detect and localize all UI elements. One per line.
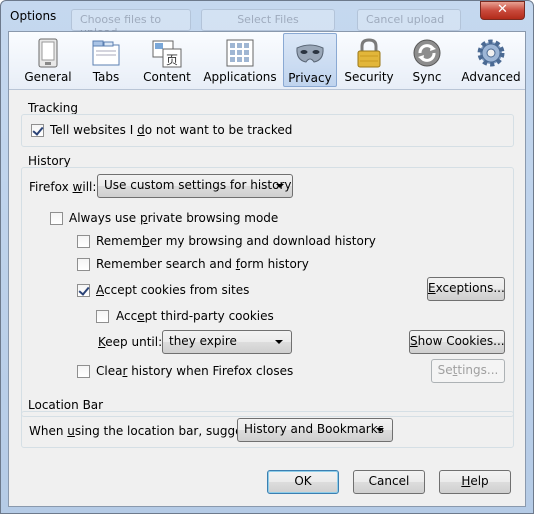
pane-general-label: General (24, 70, 72, 84)
applications-icon (226, 39, 254, 67)
pane-privacy-label: Privacy (288, 71, 332, 85)
third-party-cookies-checkbox[interactable] (96, 310, 109, 323)
location-bar-group-title: Location Bar (28, 398, 104, 412)
accept-cookies-checkbox[interactable] (77, 284, 90, 297)
content-icon: 页 (152, 40, 182, 68)
pane-general[interactable]: General (19, 33, 77, 87)
accept-cookies-label[interactable]: Accept cookies from sites (96, 283, 249, 297)
pane-tabs[interactable]: Tabs (79, 33, 133, 87)
chevron-down-icon (376, 428, 384, 432)
dialog-body: General Tabs 页 Content Applications Priv… (8, 31, 526, 507)
exceptions-button[interactable]: Exceptions... (427, 277, 505, 301)
do-not-track-checkbox[interactable] (31, 124, 44, 137)
lock-icon (357, 38, 381, 68)
chevron-down-icon (275, 340, 283, 344)
pane-toolbar: General Tabs 页 Content Applications Priv… (9, 32, 525, 90)
firefox-will-label: Firefox will: (29, 180, 97, 194)
history-mode-select[interactable]: Use custom settings for history (97, 174, 293, 198)
close-icon: ✕ (497, 2, 508, 17)
cancel-button[interactable]: Cancel (353, 470, 425, 494)
remember-search-checkbox[interactable] (77, 258, 90, 271)
private-browsing-label[interactable]: Always use private browsing mode (69, 211, 278, 225)
pane-content[interactable]: 页 Content (137, 33, 197, 87)
close-button[interactable]: ✕ (480, 1, 525, 20)
settings-button[interactable]: Settings... (431, 359, 505, 383)
history-mode-value: Use custom settings for history (104, 178, 292, 192)
background-upload-label: Choose files to upload (71, 9, 191, 39)
ok-button[interactable]: OK (267, 470, 339, 494)
clear-history-label[interactable]: Clear history when Firefox closes (96, 364, 293, 378)
third-party-cookies-label[interactable]: Accept third-party cookies (116, 309, 274, 323)
pane-advanced[interactable]: Advanced (458, 33, 524, 87)
tracking-group-title: Tracking (28, 101, 78, 115)
options-window: Options Choose files to upload Select Fi… (0, 0, 534, 514)
remember-browsing-label[interactable]: Remember my browsing and download histor… (96, 234, 376, 248)
show-cookies-button[interactable]: Show Cookies... (409, 330, 505, 354)
help-button[interactable]: Help (439, 470, 511, 494)
location-suggest-select[interactable]: History and Bookmarks (237, 418, 393, 442)
history-group-title: History (28, 154, 71, 168)
pane-applications[interactable]: Applications (200, 33, 280, 87)
keep-until-value: they expire (169, 334, 237, 348)
keep-until-select[interactable]: they expire (162, 330, 292, 354)
background-select-files-button: Select Files (201, 9, 335, 31)
pane-content-label: Content (143, 70, 191, 84)
window-title: Options (10, 9, 57, 23)
pane-sync[interactable]: Sync (401, 33, 453, 87)
pane-security[interactable]: Security (340, 33, 398, 87)
location-suggest-label: When using the location bar, suggest: (29, 424, 258, 438)
pane-privacy[interactable]: Privacy (283, 33, 337, 87)
remember-search-label[interactable]: Remember search and form history (96, 257, 309, 271)
remember-browsing-checkbox[interactable] (77, 235, 90, 248)
pane-security-label: Security (344, 70, 394, 84)
pane-tabs-label: Tabs (92, 70, 120, 84)
tabs-icon (92, 40, 120, 66)
pane-sync-label: Sync (412, 70, 442, 84)
gear-icon (477, 39, 505, 67)
clear-history-checkbox[interactable] (77, 365, 90, 378)
pane-advanced-label: Advanced (461, 70, 521, 84)
svg-text:页: 页 (166, 53, 178, 67)
location-suggest-value: History and Bookmarks (244, 422, 384, 436)
privacy-mask-icon (296, 44, 324, 63)
private-browsing-checkbox[interactable] (50, 212, 63, 225)
keep-until-label: Keep until: (98, 335, 163, 349)
background-cancel-upload-button: Cancel upload (357, 9, 461, 31)
do-not-track-label[interactable]: Tell websites I do not want to be tracke… (50, 123, 292, 137)
general-icon (38, 38, 58, 68)
pane-applications-label: Applications (203, 70, 277, 84)
sync-icon (413, 39, 441, 67)
title-bar[interactable]: Options Choose files to upload Select Fi… (1, 1, 533, 39)
chevron-down-icon (276, 184, 284, 188)
